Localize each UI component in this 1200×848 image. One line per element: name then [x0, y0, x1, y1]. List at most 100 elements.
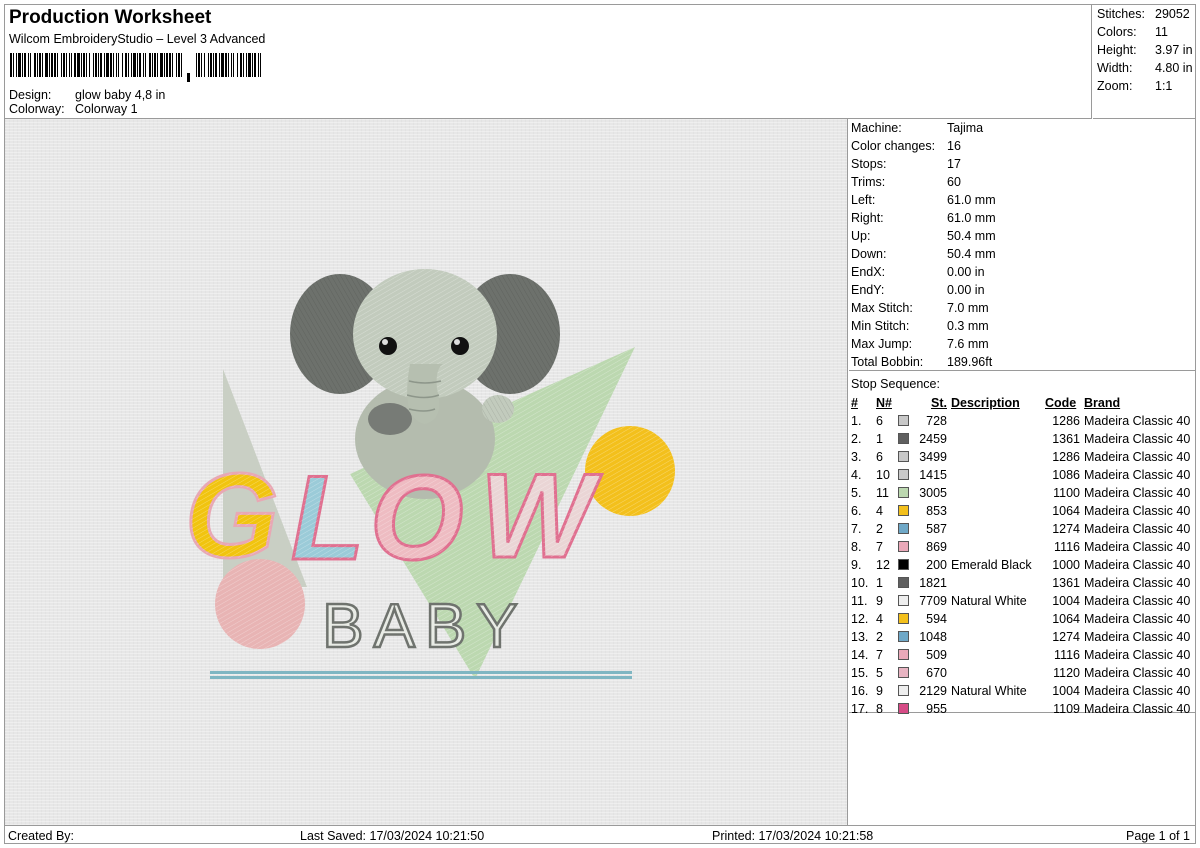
thread-brand: Madeira Classic 40 — [1084, 450, 1191, 464]
thread-code: 1120 — [1053, 666, 1080, 680]
stop-sequence-table: # N# St. Description Code Brand 1. 6 728 12… — [851, 394, 1195, 718]
thread-brand: Madeira Classic 40 — [1084, 540, 1191, 554]
stitch-count: 670 — [926, 666, 947, 680]
thread-color-swatch — [898, 559, 909, 570]
col-code[interactable]: Code — [1045, 394, 1080, 412]
table-row[interactable]: 7. 2 587 1274 Madeira Classic 40 — [851, 520, 1195, 538]
thread-brand: Madeira Classic 40 — [1084, 702, 1191, 716]
color-swatch — [898, 412, 913, 430]
thread-code: 1361 — [1052, 432, 1080, 446]
machine-row: Min Stitch: 0.3 mm — [851, 319, 989, 333]
thread-color-swatch — [898, 505, 909, 516]
thread-description — [947, 700, 1045, 718]
stitch-count: 3499 — [919, 450, 947, 464]
stop-sequence: Stop Sequence: # N# St. Description Code… — [849, 372, 1196, 716]
machine-row-label: Machine: — [851, 121, 902, 135]
color-swatch — [898, 574, 913, 592]
col-brand[interactable]: Brand — [1080, 394, 1195, 412]
baby-text: BABY — [322, 592, 527, 661]
stitch-count: 594 — [926, 612, 947, 626]
machine-row: Total Bobbin: 189.96ft — [851, 355, 992, 369]
thread-description — [947, 484, 1045, 502]
stop-number: 14. — [851, 648, 869, 662]
colorway-value: Colorway 1 — [75, 102, 138, 116]
machine-row-value: 0.00 in — [947, 283, 985, 297]
stitch-count: 853 — [926, 504, 947, 518]
machine-row: Up: 50.4 mm — [851, 229, 996, 243]
stop-number: 5. — [851, 486, 862, 500]
table-row[interactable]: 1. 6 728 1286 Madeira Classic 40 — [851, 412, 1195, 430]
thread-brand: Madeira Classic 40 — [1084, 558, 1191, 572]
stitch-count: 3005 — [919, 486, 947, 500]
software-name: Wilcom EmbroideryStudio – Level 3 Advanc… — [9, 32, 266, 46]
table-row[interactable]: 2. 1 2459 1361 Madeira Classic 40 — [851, 430, 1195, 448]
col-number[interactable]: # — [851, 394, 876, 412]
stop-number: 3. — [851, 450, 862, 464]
table-row[interactable]: 15. 5 670 1120 Madeira Classic 40 — [851, 664, 1195, 682]
thread-code: 1100 — [1053, 486, 1080, 500]
thread-brand: Madeira Classic 40 — [1084, 666, 1191, 680]
col-description[interactable]: Description — [947, 394, 1045, 412]
table-row[interactable]: 10. 1 1821 1361 Madeira Classic 40 — [851, 574, 1195, 592]
machine-row-value: 0.00 in — [947, 265, 985, 279]
thread-description — [947, 574, 1045, 592]
machine-row: Trims: 60 — [851, 175, 961, 189]
table-row[interactable]: 11. 9 7709 Natural White 1004 Madeira Classic… — [851, 592, 1195, 610]
stop-number: 13. — [851, 630, 869, 644]
needle-number: 7 — [876, 540, 883, 554]
svg-text:O: O — [370, 451, 463, 585]
stop-number: 1. — [851, 414, 862, 428]
svg-text:G: G — [185, 449, 278, 583]
table-row[interactable]: 4. 10 1415 1086 Madeira Classic 40 — [851, 466, 1195, 484]
width-label: Width: — [1097, 61, 1133, 75]
thread-brand: Madeira Classic 40 — [1084, 504, 1191, 518]
thread-color-swatch — [898, 487, 909, 498]
stitch-count: 955 — [926, 702, 947, 716]
table-row[interactable]: 12. 4 594 1064 Madeira Classic 40 — [851, 610, 1195, 628]
table-row[interactable]: 14. 7 509 1116 Madeira Classic 40 — [851, 646, 1195, 664]
page-title: Production Worksheet — [9, 7, 212, 28]
machine-row-label: Trims: — [851, 175, 886, 189]
thread-description: Emerald Black — [951, 558, 1032, 572]
zoom-label: Zoom: — [1097, 79, 1133, 93]
worksheet-footer: Created By: Last Saved: 17/03/2024 10:21… — [5, 825, 1196, 844]
table-row[interactable]: 17. 8 955 1109 Madeira Classic 40 — [851, 700, 1195, 718]
height-row: Height: 3.97 in — [1097, 43, 1197, 57]
needle-number: 4 — [876, 504, 883, 518]
thread-code: 1064 — [1052, 504, 1080, 518]
colorway-row: Colorway: Colorway 1 — [9, 102, 138, 116]
table-row[interactable]: 13. 2 1048 1274 Madeira Classic 40 — [851, 628, 1195, 646]
table-row[interactable]: 9. 12 200 Emerald Black 1000 Madeira Classic … — [851, 556, 1195, 574]
machine-row-label: Max Jump: — [851, 337, 913, 351]
thread-brand: Madeira Classic 40 — [1084, 630, 1191, 644]
table-row[interactable]: 6. 4 853 1064 Madeira Classic 40 — [851, 502, 1195, 520]
barcode — [10, 53, 261, 82]
machine-row-label: Max Stitch: — [851, 301, 913, 315]
machine-row-value: 189.96ft — [947, 355, 993, 369]
thread-color-swatch — [898, 433, 909, 444]
table-row[interactable]: 16. 9 2129 Natural White 1004 Madeira Classic… — [851, 682, 1195, 700]
design-preview[interactable]: G L O W GLOW BABY — [5, 119, 848, 825]
needle-number: 10 — [876, 468, 890, 482]
table-row[interactable]: 3. 6 3499 1286 Madeira Classic 40 — [851, 448, 1195, 466]
thread-code: 1274 — [1052, 522, 1080, 536]
thread-code: 1004 — [1052, 594, 1080, 608]
worksheet-header: Production Worksheet Wilcom EmbroiderySt… — [5, 5, 1092, 119]
thread-brand: Madeira Classic 40 — [1084, 684, 1191, 698]
machine-row-label: Stops: — [851, 157, 887, 171]
color-swatch — [898, 646, 913, 664]
col-stitches[interactable]: St. — [913, 394, 947, 412]
thread-description — [947, 502, 1045, 520]
machine-row-value: 17 — [947, 157, 961, 171]
stitch-count: 728 — [926, 414, 947, 428]
thread-brand: Madeira Classic 40 — [1084, 648, 1191, 662]
table-row[interactable]: 5. 11 3005 1100 Madeira Classic 40 — [851, 484, 1195, 502]
stitches-row: Stitches: 29052 — [1097, 7, 1197, 21]
last-saved: Last Saved: 17/03/2024 10:21:50 — [300, 829, 485, 843]
stop-number: 17. — [851, 702, 869, 716]
col-needle[interactable]: N# — [876, 394, 898, 412]
thread-description: Natural White — [951, 594, 1027, 608]
thread-color-swatch — [898, 685, 909, 696]
machine-row-label: Total Bobbin: — [851, 355, 924, 369]
table-row[interactable]: 8. 7 869 1116 Madeira Classic 40 — [851, 538, 1195, 556]
